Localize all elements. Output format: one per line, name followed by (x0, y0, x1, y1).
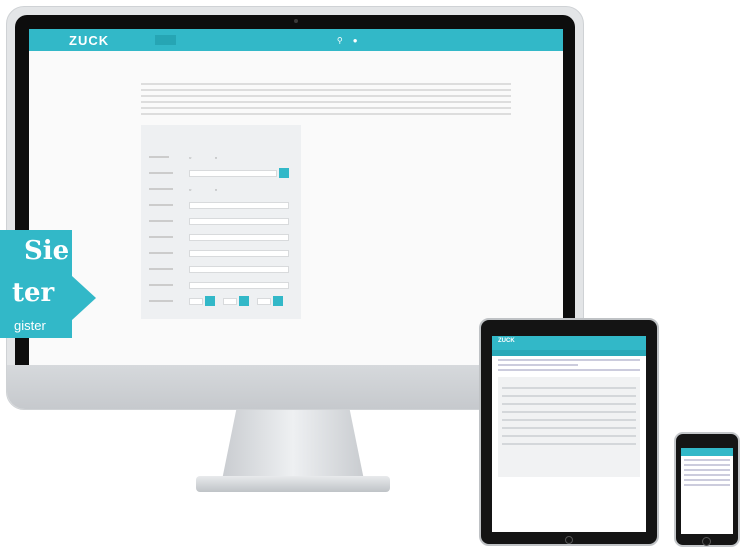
form-row (149, 165, 293, 181)
form-row (502, 427, 636, 429)
nav-item-3[interactable] (204, 35, 222, 45)
tablet-subnav (492, 350, 646, 356)
home-button (702, 537, 711, 546)
form-row (502, 403, 636, 405)
form-title (149, 133, 293, 139)
text-input[interactable] (189, 249, 289, 257)
form-row (502, 411, 636, 413)
intro-text-2 (141, 95, 511, 103)
radio-option[interactable]: ○ (189, 187, 195, 192)
nav-item-2[interactable] (182, 35, 198, 45)
field-label (149, 300, 173, 302)
callout-line-3: gister (14, 318, 46, 333)
user-icon[interactable]: ● (353, 36, 358, 45)
form-row (149, 229, 293, 245)
text-input[interactable] (189, 169, 277, 177)
monitor-stand (222, 410, 364, 480)
phone-nav (681, 448, 733, 456)
monitor-stand-base (196, 476, 390, 492)
callout-line-2: ter (12, 278, 55, 308)
intro-text (141, 83, 511, 91)
text-input[interactable] (189, 233, 289, 241)
form-row (502, 395, 636, 397)
tablet-device: ZUCK (479, 318, 659, 546)
field-label (149, 284, 173, 286)
nav-item-1[interactable] (155, 35, 176, 45)
form-row (149, 245, 293, 261)
page-content: ○ ○ ○ ○ (29, 51, 563, 319)
nav-item-5[interactable] (249, 35, 261, 45)
text-line (498, 369, 640, 371)
form-row (149, 277, 293, 293)
nav-icons: ⚲ ● (337, 36, 358, 45)
field-label (149, 252, 173, 254)
field-label (149, 268, 173, 270)
text-line (498, 364, 578, 366)
form-row (502, 387, 636, 389)
dropdown-button[interactable] (279, 168, 289, 178)
radio-option[interactable]: ○ (215, 155, 221, 160)
form-row (502, 419, 636, 421)
field-label (149, 188, 173, 190)
day-dropdown[interactable] (205, 296, 215, 306)
form-row (149, 213, 293, 229)
intro-text-3 (141, 107, 511, 115)
home-button (565, 536, 573, 544)
nav-item-4[interactable] (228, 35, 243, 45)
tablet-form (498, 377, 640, 477)
text-line (684, 479, 730, 481)
text-input[interactable] (189, 281, 289, 289)
site-logo[interactable]: ZUCK (69, 33, 109, 48)
field-label (149, 220, 173, 222)
field-label (149, 204, 173, 206)
form-row-date (149, 293, 293, 309)
text-input[interactable] (189, 265, 289, 273)
text-line (684, 459, 730, 461)
year-dropdown[interactable] (273, 296, 283, 306)
phone-device (674, 432, 740, 547)
breadcrumb (141, 59, 553, 64)
text-line (684, 484, 730, 486)
month-input[interactable] (223, 297, 237, 305)
text-line (684, 464, 730, 466)
month-dropdown[interactable] (239, 296, 249, 306)
text-line (498, 359, 640, 361)
form-row (149, 261, 293, 277)
field-label (149, 156, 169, 158)
registration-form: ○ ○ ○ ○ (141, 125, 301, 319)
phone-screen (681, 448, 733, 534)
field-label (149, 172, 173, 174)
text-line (684, 474, 730, 476)
form-row: ○ ○ (149, 181, 293, 197)
search-icon[interactable]: ⚲ (337, 36, 343, 45)
tablet-nav[interactable]: ZUCK (492, 336, 646, 350)
text-line (684, 469, 730, 471)
desktop-screen: ZUCK ⚲ ● ○ ○ ○ ○ (29, 29, 563, 369)
callout-arrow (72, 276, 96, 320)
text-input[interactable] (189, 217, 289, 225)
form-row (502, 443, 636, 445)
form-row (149, 197, 293, 213)
callout-line-1: Sie (24, 236, 70, 266)
page-heading (141, 74, 553, 80)
site-nav: ZUCK ⚲ ● (29, 29, 563, 51)
tablet-screen: ZUCK (492, 336, 646, 532)
camera-dot (294, 19, 298, 23)
radio-option[interactable]: ○ (189, 155, 195, 160)
year-input[interactable] (257, 297, 271, 305)
field-label (149, 236, 173, 238)
form-row (502, 435, 636, 437)
day-input[interactable] (189, 297, 203, 305)
radio-option[interactable]: ○ (215, 187, 221, 192)
form-row-salutation: ○ ○ (149, 149, 293, 165)
text-input[interactable] (189, 201, 289, 209)
